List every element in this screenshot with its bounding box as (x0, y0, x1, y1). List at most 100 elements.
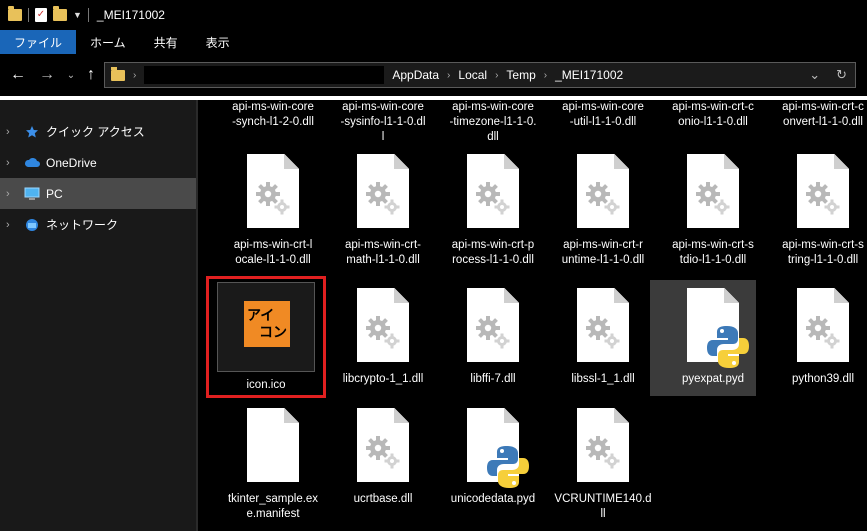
file-icon (351, 406, 415, 486)
file-icon (571, 286, 635, 366)
new-folder-icon[interactable] (53, 6, 67, 21)
gears-icon (476, 316, 510, 349)
file-name: ucrtbase.dll (353, 493, 413, 505)
file-icon (571, 406, 635, 486)
file-icon (351, 286, 415, 366)
file-name: api-ms-win-core (342, 101, 424, 113)
back-arrow-icon[interactable]: ← (7, 64, 29, 86)
file-item[interactable]: libssl-1_1.dll (548, 286, 658, 387)
cloud-icon (24, 156, 40, 170)
file-item[interactable]: api-ms-win-core -sysinfo-l1-1-0.dl l (328, 100, 438, 145)
file-item[interactable]: libffi-7.dll (438, 286, 548, 387)
forward-arrow-icon[interactable]: → (36, 64, 58, 86)
page-fold (614, 288, 629, 303)
file-item[interactable]: pyexpat.pyd (658, 286, 768, 387)
star-icon (24, 125, 40, 139)
page-fold (394, 408, 409, 423)
properties-icon[interactable]: ✓ (35, 8, 47, 22)
sidebar-item-onedrive[interactable]: › OneDrive (0, 147, 196, 178)
sidebar-item-pc[interactable]: › PC (0, 178, 196, 209)
file-name: libcrypto-1_1.dll (342, 373, 424, 385)
breadcrumb-local[interactable]: Local (458, 68, 487, 82)
icon-ico-icon: アイ コン (244, 301, 290, 347)
refresh-icon[interactable]: ↻ (836, 67, 847, 83)
file-name: api-ms-win-crt-p (451, 239, 535, 251)
expand-chevron-icon[interactable]: › (6, 157, 18, 169)
chevron-right-icon[interactable]: › (447, 70, 450, 81)
page-fold (504, 408, 519, 423)
sidebar-item-label: OneDrive (46, 155, 97, 170)
tab-file[interactable]: ファイル (0, 30, 77, 54)
file-item[interactable]: VCRUNTIME140.d ll (548, 406, 658, 522)
file-icon (681, 152, 745, 232)
file-name: api-ms-win-crt-c (782, 101, 864, 113)
gears-icon (586, 182, 620, 215)
file-item[interactable]: api-ms-win-crt-math-l1-1-0.dll (328, 152, 438, 268)
file-icon (791, 286, 855, 366)
dropdown-chevron-icon[interactable]: ⌄ (809, 67, 820, 83)
page-fold (614, 408, 629, 423)
page-fold (284, 408, 299, 423)
file-item[interactable]: unicodedata.pyd (438, 406, 548, 507)
file-item[interactable]: tkinter_sample.ex e.manifest (218, 406, 328, 522)
file-item[interactable]: api-ms-win-core -timezone-l1-1-0. dll (438, 100, 548, 145)
breadcrumb-current[interactable]: _MEI171002 (555, 68, 623, 82)
file-item[interactable]: python39.dll (768, 286, 867, 387)
page-fold (394, 154, 409, 169)
tab-share[interactable]: 共有 (140, 30, 192, 54)
ribbon-tabs: ファイル ホーム 共有 表示 (0, 30, 867, 54)
expand-chevron-icon[interactable]: › (6, 126, 18, 138)
file-item[interactable]: api-ms-win-crt-c onio-l1-1-0.dll (658, 100, 768, 130)
recent-locations-chevron-icon[interactable]: ⌄ (60, 64, 82, 86)
address-bar[interactable]: › AppData › Local › Temp › _MEI171002 ⌄ … (104, 62, 856, 88)
chevron-right-icon[interactable]: › (495, 70, 498, 81)
sidebar-item-network[interactable]: › ネットワーク (0, 209, 196, 240)
navigation-bar: ← → ⌄ ↑ › AppData › Local › Temp › _MEI1… (0, 54, 867, 96)
chevron-right-icon[interactable]: › (133, 70, 136, 81)
file-name: -synch-l1-2-0.dll (232, 116, 314, 128)
chevron-right-icon[interactable]: › (544, 70, 547, 81)
customize-toolbar-icon[interactable]: ▼ (73, 10, 82, 20)
file-item[interactable]: api-ms-win-crt-c onvert-l1-1-0.dll (768, 100, 867, 130)
tab-view[interactable]: 表示 (192, 30, 244, 54)
network-icon (24, 218, 40, 232)
page-fold (724, 154, 739, 169)
file-name: tring-l1-1-0.dll (787, 254, 859, 266)
file-name: ocale-l1-1-0.dll (235, 254, 311, 266)
file-name: ll (600, 508, 606, 520)
file-name: e.manifest (246, 508, 300, 520)
file-name: onio-l1-1-0.dll (678, 116, 748, 128)
gears-icon (586, 436, 620, 469)
file-item[interactable]: api-ms-win-crt-p rocess-l1-1-0.dll (438, 152, 548, 268)
breadcrumb-temp[interactable]: Temp (506, 68, 535, 82)
sidebar-item-quick-access[interactable]: › クイック アクセス (0, 116, 196, 147)
expand-chevron-icon[interactable]: › (6, 188, 18, 200)
page-fold (724, 288, 739, 303)
file-name: VCRUNTIME140.d (554, 493, 652, 505)
up-arrow-icon[interactable]: ↑ (80, 64, 102, 86)
page-fold (834, 154, 849, 169)
gears-icon (586, 316, 620, 349)
title-bar: ✓ ▼ _MEI171002 (0, 0, 867, 30)
file-item[interactable]: api-ms-win-crt-r untime-l1-1-0.dll (548, 152, 658, 268)
file-item-icon-ico[interactable]: アイ コン icon.ico (211, 280, 321, 396)
file-name: pyexpat.pyd (681, 373, 744, 385)
file-name: api-ms-win-crt-r (563, 239, 643, 251)
file-item[interactable]: api-ms-win-crt-s tring-l1-1-0.dll (768, 152, 867, 268)
file-item[interactable]: ucrtbase.dll (328, 406, 438, 507)
file-item[interactable]: api-ms-win-core -synch-l1-2-0.dll (218, 100, 328, 130)
gears-icon (806, 182, 840, 215)
expand-chevron-icon[interactable]: › (6, 219, 18, 231)
file-item[interactable]: api-ms-win-core -util-l1-1-0.dll (548, 100, 658, 130)
icon-text-line: コン (259, 324, 287, 340)
file-item[interactable]: api-ms-win-crt-s tdio-l1-1-0.dll (658, 152, 768, 268)
tab-home[interactable]: ホーム (76, 30, 140, 54)
file-item[interactable]: libcrypto-1_1.dll (328, 286, 438, 387)
file-item[interactable]: api-ms-win-crt-l ocale-l1-1-0.dll (218, 152, 328, 268)
page-fold (614, 154, 629, 169)
file-list: api-ms-win-core -synch-l1-2-0.dll api-ms-… (198, 100, 867, 531)
file-icon (351, 152, 415, 232)
breadcrumb-appdata[interactable]: AppData (392, 68, 439, 82)
file-name: -util-l1-1-0.dll (569, 116, 637, 128)
file-name: api-ms-win-core (562, 101, 644, 113)
